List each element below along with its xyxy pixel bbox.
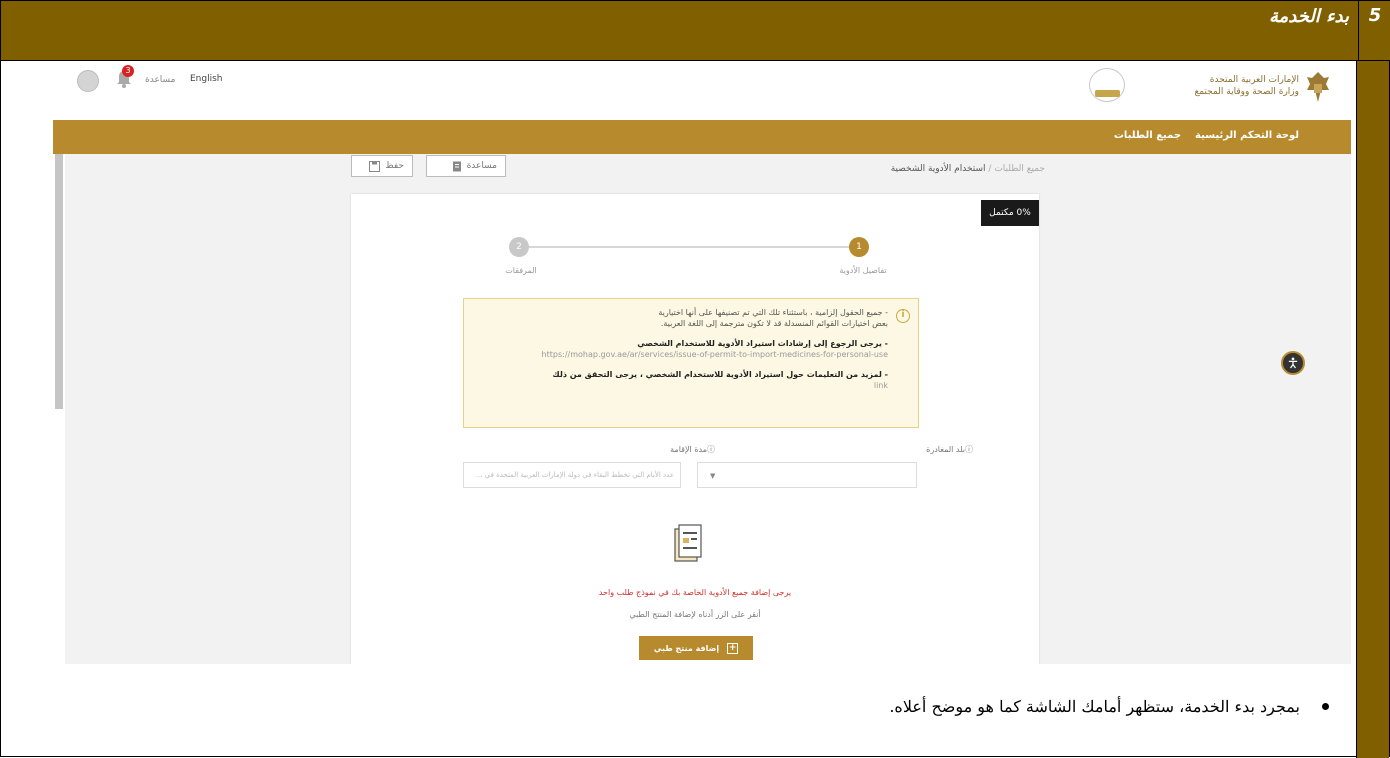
stepper-line — [517, 246, 855, 248]
language-toggle[interactable]: English — [190, 74, 223, 84]
caption: بمجرد بدء الخدمة، ستظهر أمامك الشاشة كما… — [889, 697, 1329, 716]
departure-country-label: ⓘبلد المغادرة — [926, 445, 973, 454]
plus-icon: + — [727, 642, 739, 654]
breadcrumb-parent[interactable]: جميع الطلبات — [994, 164, 1045, 174]
breadcrumb: جميع الطلبات / استخدام الأدوية الشخصية — [890, 164, 1045, 174]
info-icon: ⓘ — [965, 445, 973, 454]
save-button[interactable]: حفظ — [351, 155, 413, 177]
add-medicines-warning: يرجى إضافة جميع الأدوية الخاصة بك في نمو… — [598, 588, 792, 597]
step-2-label: المرفقات — [505, 266, 537, 275]
departure-country-select[interactable]: ▼ — [697, 462, 917, 488]
breadcrumb-current: استخدام الأدوية الشخصية — [890, 164, 986, 174]
document-icon — [452, 161, 461, 171]
rating-badge — [1089, 68, 1125, 102]
info-icon: ⓘ — [707, 445, 715, 454]
instructions-link[interactable]: link — [484, 380, 888, 391]
guidelines-link[interactable]: https://mohap.gov.ae/ar/services/issue-o… — [484, 349, 888, 360]
section-number: 5 — [1358, 1, 1390, 61]
nav-dashboard[interactable]: لوحة التحكم الرئيسية — [1195, 130, 1299, 141]
bullet — [1322, 703, 1329, 710]
progress-badge: 0% مكتمل — [981, 200, 1039, 226]
info-notice: i - جميع الحقول إلزامية ، باستثناء تلك ا… — [463, 298, 919, 428]
main-nav: لوحة التحكم الرئيسية جميع الطلبات — [53, 120, 1351, 154]
step-1-label: تفاصيل الأدوية — [839, 266, 887, 275]
scrollbar-thumb[interactable] — [55, 154, 63, 409]
add-product-hint: أنقر على الزر أدناه لإضافة المنتج الطبي — [629, 610, 761, 619]
step-2[interactable]: 2 — [509, 237, 529, 257]
document-frame: 5 بدء الخدمة الإمارات العربية المتحدة وز… — [0, 0, 1390, 758]
ministry-logo-text: الإمارات العربية المتحدة وزارة الصحة ووق… — [1194, 75, 1299, 97]
accessibility-icon[interactable] — [1281, 351, 1305, 375]
chevron-down-icon: ▼ — [710, 472, 716, 480]
section-header: 5 بدء الخدمة — [1, 1, 1390, 61]
documents-icon — [674, 524, 702, 562]
uae-emblem-icon — [1307, 72, 1329, 102]
step-1[interactable]: 1 — [849, 237, 869, 257]
section-title: بدء الخدمة — [1268, 6, 1349, 27]
avatar[interactable] — [77, 70, 99, 92]
app-screenshot: الإمارات العربية المتحدة وزارة الصحة ووق… — [53, 62, 1351, 664]
notification-badge: 3 — [122, 65, 134, 77]
help-link[interactable]: مساعدة — [145, 75, 175, 85]
request-form-card: 0% مكتمل 1 2 تفاصيل الأدوية المرفقات i -… — [351, 194, 1039, 664]
help-button[interactable]: مساعدة — [426, 155, 506, 177]
stay-duration-label: ⓘمدة الإقامة — [670, 445, 715, 454]
nav-all-requests[interactable]: جميع الطلبات — [1114, 130, 1181, 141]
save-icon — [369, 160, 381, 172]
section-side-column — [1356, 61, 1389, 758]
stay-duration-input[interactable]: عدد الأيام التي تخطط البقاء في دولة الإم… — [463, 462, 681, 488]
info-icon: i — [896, 309, 910, 323]
add-medical-product-button[interactable]: + إضافة منتج طبي — [639, 636, 753, 660]
app-topbar: الإمارات العربية المتحدة وزارة الصحة ووق… — [53, 62, 1351, 120]
